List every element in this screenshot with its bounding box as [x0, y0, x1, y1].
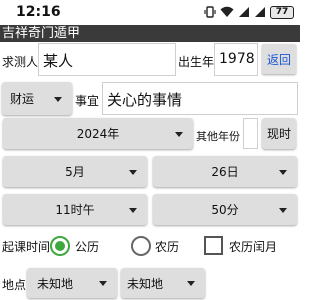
chevron-down-icon	[54, 96, 62, 102]
chevron-down-icon	[187, 281, 195, 286]
seeker-label: 求测人	[2, 55, 39, 69]
day-value: 26日	[211, 165, 239, 179]
chevron-down-icon	[99, 281, 107, 286]
minute-dropdown[interactable]: 50分	[153, 194, 297, 225]
system-icons: 77	[204, 5, 294, 19]
seeker-input[interactable]: 某人	[38, 43, 176, 76]
location-label: 地点	[2, 278, 27, 292]
leap-month-label[interactable]: 农历闰月	[229, 238, 277, 255]
chevron-down-icon	[129, 207, 137, 213]
chevron-down-icon	[279, 169, 287, 175]
category-dropdown[interactable]: 财运	[2, 82, 72, 115]
hour-dropdown[interactable]: 11时午	[3, 194, 147, 225]
signal-icon	[239, 7, 249, 17]
vibrate-icon	[204, 6, 216, 18]
radio-lunar[interactable]	[131, 236, 151, 256]
year-value: 2024年	[76, 127, 120, 141]
hour-value: 11时午	[55, 203, 95, 217]
radio-gregorian[interactable]	[50, 236, 70, 256]
signal-icon	[255, 7, 265, 17]
start-time-label: 起课时间	[2, 240, 51, 254]
now-button-label: 现时	[266, 127, 291, 141]
leap-month-checkbox[interactable]	[204, 236, 223, 255]
birth-year-input[interactable]: 1978	[214, 43, 258, 76]
matter-label: 事宜	[75, 94, 100, 108]
location-province-dropdown[interactable]: 未知地	[27, 268, 117, 298]
other-year-label: 其他年份	[196, 130, 240, 143]
year-dropdown[interactable]: 2024年	[3, 118, 193, 149]
minute-value: 50分	[211, 203, 239, 217]
chevron-down-icon	[175, 131, 183, 137]
wifi-icon	[220, 6, 234, 17]
chevron-down-icon	[279, 207, 287, 213]
day-dropdown[interactable]: 26日	[153, 156, 297, 187]
clock: 12:16	[16, 4, 61, 20]
chevron-down-icon	[129, 169, 137, 175]
seeker-value: 某人	[43, 52, 74, 70]
birth-year-value: 1978	[219, 51, 255, 67]
location-city-dropdown[interactable]: 未知地	[121, 268, 205, 298]
birth-year-label: 出生年	[178, 55, 215, 69]
battery-icon: 77	[270, 5, 294, 19]
matter-input[interactable]: 关心的事情	[102, 82, 298, 115]
status-bar: 12:16 77	[0, 0, 300, 25]
matter-value: 关心的事情	[107, 91, 183, 109]
app-title-bar: 吉祥奇门遁甲	[0, 25, 300, 42]
app-title: 吉祥奇门遁甲	[2, 26, 81, 41]
back-button-label: 返回	[266, 52, 291, 67]
now-button[interactable]: 现时	[262, 118, 296, 149]
radio-gregorian-label[interactable]: 公历	[75, 238, 99, 255]
radio-lunar-label[interactable]: 农历	[155, 238, 179, 255]
month-value: 5月	[65, 165, 85, 179]
back-button[interactable]: 返回	[262, 44, 296, 74]
month-dropdown[interactable]: 5月	[3, 156, 147, 187]
other-year-input[interactable]	[243, 118, 258, 149]
